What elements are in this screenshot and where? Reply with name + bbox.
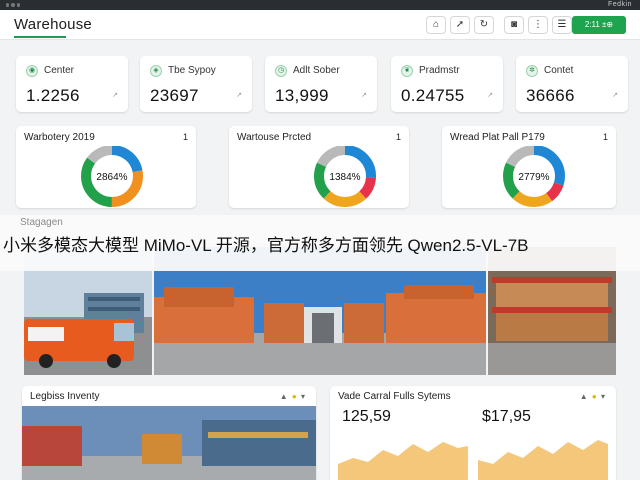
trend-icon: ↗ (236, 92, 242, 99)
leaf-icon: ❦ (401, 65, 413, 77)
brand-underline (14, 36, 66, 38)
banner-subtitle: Stagagen (20, 217, 63, 228)
stat-label: Center (44, 65, 75, 76)
window-controls[interactable] (6, 2, 20, 8)
stat-label: Contet (544, 65, 574, 76)
stat-value: 36666 (526, 86, 575, 105)
card-controls[interactable]: ▲ ● ▾ (280, 392, 306, 401)
stat-value: 23697 (150, 86, 199, 105)
stat-label: Adlt Sober (293, 65, 340, 76)
donut-card-3[interactable]: Wread Plat Pall P179 1 2779% (442, 126, 616, 208)
stat-value: 0.24755 (401, 86, 465, 105)
area-sparkline-2 (478, 440, 608, 480)
header-icon-group-2: ◙ ⋮ ☰ (504, 16, 572, 34)
financial-value-2: $17,95 (482, 408, 531, 425)
card-title: Vade Carral Fulls Sytems (338, 391, 451, 402)
stat-label: Tbe Sypoy (168, 65, 216, 76)
donut-chart: 2864% (81, 146, 143, 207)
financial-value-1: 125,59 (342, 408, 391, 425)
menu-icon[interactable]: ☰ (552, 16, 572, 34)
header-icon-group: ⌂ ➚ ↻ (426, 16, 494, 34)
stat-value: 1.2256 (26, 86, 80, 105)
trend-icon: ↗ (612, 92, 618, 99)
photo-warehouse-interior (22, 406, 316, 480)
clock-icon: ◷ (275, 65, 287, 77)
card-title: Legbiss Inventy (30, 391, 100, 402)
camera-icon[interactable]: ◙ (504, 16, 524, 34)
trend-icon: ↗ (487, 92, 493, 99)
stat-label: Pradmstr (419, 65, 460, 76)
window-titlebar: Fedkin (0, 0, 640, 10)
stat-card-2[interactable]: ◈ Tbe Sypoy 23697 ↗ (140, 56, 252, 112)
home-icon[interactable]: ⌂ (426, 16, 446, 34)
donut-center-label: 1384% (329, 172, 360, 183)
more-icon[interactable]: ⋮ (528, 16, 548, 34)
gear-icon: ✲ (526, 65, 538, 77)
card-logistics-inventory[interactable]: Legbiss Inventy ▲ ● ▾ (22, 386, 316, 480)
donut-count: 1 (602, 132, 608, 142)
donut-chart: 2779% (503, 146, 565, 207)
stat-card-3[interactable]: ◷ Adlt Sober 13,999 ↗ (265, 56, 377, 112)
banner-text: 小米多模态大模型 MiMo-VL 开源，官方称多方面领先 Qwen2.5-VL-… (3, 236, 529, 255)
app-header: Warehouse ⌂ ➚ ↻ ◙ ⋮ ☰ 2:11 ±⊕ (0, 10, 640, 40)
supply-icon: ◈ (150, 65, 162, 77)
brand-title: Warehouse (14, 16, 92, 33)
donut-title: Wread Plat Pall P179 (450, 132, 545, 143)
titlebar-text: Fedkin (607, 1, 632, 8)
donut-card-2[interactable]: Wartouse Prcted 1 1384% (229, 126, 409, 208)
stat-card-5[interactable]: ✲ Contet 36666 ↗ (516, 56, 628, 112)
card-controls[interactable]: ▲ ● ▾ (580, 392, 606, 401)
donut-chart: 1384% (314, 146, 376, 207)
donut-center-label: 2779% (518, 172, 549, 183)
trend-icon: ↗ (112, 92, 118, 99)
trend-icon: ↗ (361, 92, 367, 99)
refresh-icon[interactable]: ↻ (474, 16, 494, 34)
stat-card-4[interactable]: ❦ Pradmstr 0.24755 ↗ (391, 56, 503, 112)
donut-count: 1 (182, 132, 188, 142)
donut-title: Warbotery 2019 (24, 132, 95, 143)
stat-card-1[interactable]: ◉ Center 1.2256 ↗ (16, 56, 128, 112)
header-action-button[interactable]: 2:11 ±⊕ (572, 16, 626, 34)
card-financial-systems[interactable]: Vade Carral Fulls Sytems ▲ ● ▾ 125,59 $1… (330, 386, 616, 480)
news-banner: Stagagen 小米多模态大模型 MiMo-VL 开源，官方称多方面领先 Qw… (0, 215, 640, 271)
pin-icon[interactable]: ➚ (450, 16, 470, 34)
stat-value: 13,999 (275, 86, 329, 105)
donut-card-1[interactable]: Warbotery 2019 1 2864% (16, 126, 196, 208)
donut-title: Wartouse Prcted (237, 132, 312, 143)
target-icon: ◉ (26, 65, 38, 77)
donut-center-label: 2864% (96, 172, 127, 183)
area-sparkline-1 (338, 442, 468, 480)
donut-count: 1 (395, 132, 401, 142)
